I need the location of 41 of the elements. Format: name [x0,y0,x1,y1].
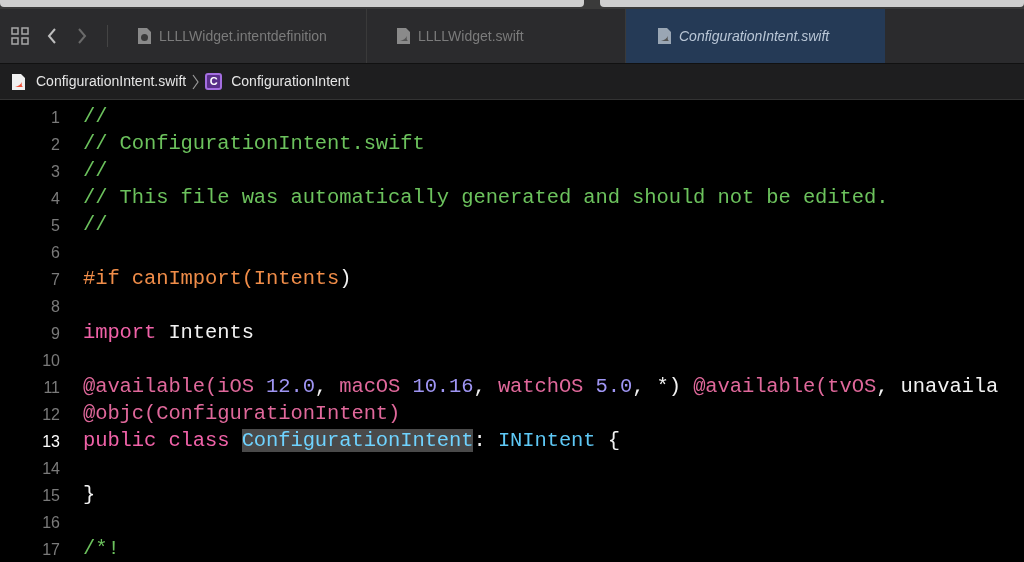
code-line: // [83,212,108,239]
code-line: @available(iOS 12.0, macOS 10.16, watchOS 5.0, *) @available(tvOS, unavaila [83,374,999,401]
back-icon[interactable] [47,28,57,44]
code-line: // This file was automatically generated and should not be edited. [83,185,889,212]
code-line: } [83,482,96,509]
line-number: 12 [41,404,60,425]
code-line: public class ConfigurationIntent: INIntent { [83,428,620,455]
code-line: // [83,158,108,185]
line-number: 5 [50,215,60,236]
breadcrumb-item[interactable]: ConfigurationIntent.swift [36,71,187,92]
line-number: 14 [41,458,60,479]
code-line: #if canImport(Intents) [83,266,352,293]
chevron-icon [192,73,200,90]
line-number: 17 [41,539,60,560]
line-number: 3 [50,161,60,182]
file-icon [397,28,410,44]
code-line: @objc(ConfigurationIntent) [83,401,401,428]
line-number: 8 [50,296,60,317]
code-line: import Intents [83,320,254,347]
line-number: 7 [50,269,60,290]
grid-icon[interactable] [11,27,29,45]
line-number: 13 [41,431,60,452]
file-icon [12,73,25,90]
line-number: 15 [41,485,60,506]
file-icon [138,28,151,44]
line-number: 2 [50,134,60,155]
code-line: /*! [83,536,120,562]
forward-icon[interactable] [77,28,87,44]
breadcrumb-item[interactable]: ConfigurationIntent [231,71,350,92]
code-line: // [83,104,108,131]
line-number: 9 [50,323,60,344]
file-icon [658,28,671,44]
line-number: 11 [42,377,60,398]
line-number: 10 [41,350,60,371]
line-number: 1 [50,107,60,128]
line-number: 6 [50,242,60,263]
editor-tab[interactable]: ConfigurationIntent.swift [626,9,885,63]
code-line: // ConfigurationIntent.swift [83,131,425,158]
class-badge: C [205,73,223,90]
line-number: 16 [41,512,60,533]
line-number: 4 [50,188,60,209]
